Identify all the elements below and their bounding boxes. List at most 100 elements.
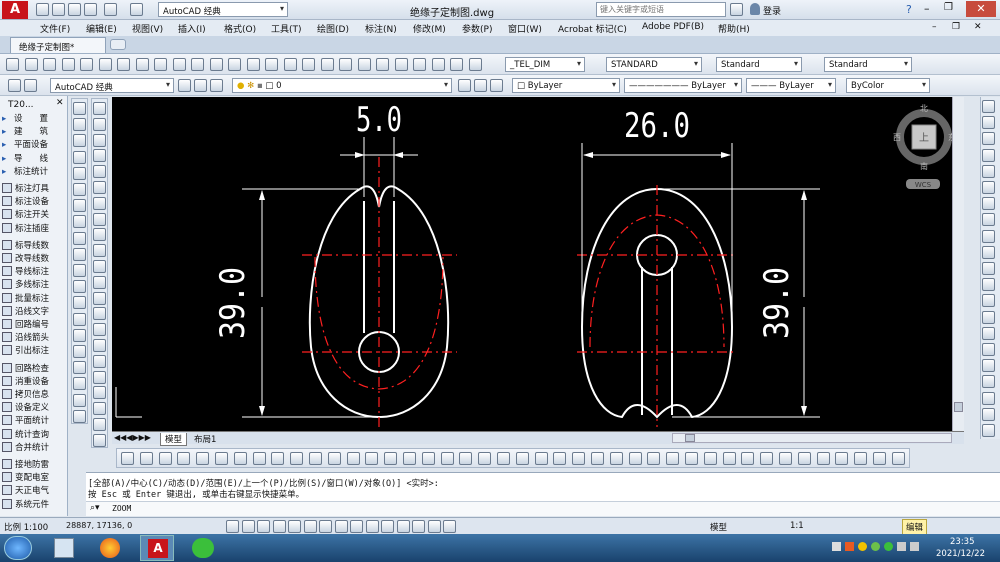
scale-icon[interactable] (93, 212, 106, 226)
layer-previous-icon[interactable] (474, 79, 487, 92)
dim-tool-2-icon[interactable] (139, 452, 153, 465)
gradient-icon[interactable] (73, 345, 86, 358)
dim-tool-33-icon[interactable] (722, 452, 736, 465)
command-input[interactable]: ⌕▾ ZOOM (86, 501, 1000, 516)
layer-isolate-icon[interactable] (490, 79, 503, 92)
panel-item[interactable]: ▸ 标注统计 (2, 165, 66, 178)
pan-icon[interactable] (982, 100, 995, 113)
layer-tool-icon[interactable] (210, 79, 223, 92)
match-icon[interactable] (191, 58, 204, 71)
walk-icon[interactable] (982, 181, 995, 194)
clock-time[interactable]: 23:35 (950, 537, 975, 547)
break-point-icon[interactable] (93, 275, 106, 289)
menu-view[interactable]: 视图(V) (132, 22, 163, 35)
dim-tool-38-icon[interactable] (816, 452, 830, 465)
multileader-style-select[interactable]: Standard (824, 57, 912, 72)
minimize-icon[interactable]: – (924, 2, 930, 15)
orbit-icon[interactable] (982, 132, 995, 146)
polygon-icon[interactable] (73, 150, 86, 164)
table-style-select[interactable]: Standard (716, 57, 802, 72)
grid-icon[interactable] (257, 520, 270, 533)
scale-readout[interactable]: 比例 1:100 (4, 521, 48, 533)
dim-tool-24-icon[interactable] (553, 452, 567, 465)
dim-tool-8-icon[interactable] (252, 452, 266, 465)
autocad-logo-icon[interactable]: A (2, 1, 28, 19)
3dprint-icon[interactable] (117, 58, 130, 71)
dim-tool-34-icon[interactable] (741, 452, 755, 465)
linetype-select[interactable]: ——————— ByLayer (624, 78, 742, 93)
tab-layout1[interactable]: 布局1 (190, 433, 220, 445)
insert-icon[interactable] (73, 280, 86, 294)
zoom-window-icon[interactable] (302, 58, 315, 71)
toolpalette-icon[interactable] (376, 58, 389, 71)
calc-icon[interactable] (431, 58, 445, 71)
line-icon[interactable] (73, 102, 86, 115)
showmotion-icon[interactable] (982, 164, 995, 178)
panel-item[interactable]: 标注插座 (2, 222, 66, 235)
dim-tool-12-icon[interactable] (327, 452, 341, 465)
ellipse-arc-icon[interactable] (73, 264, 86, 277)
xline-icon[interactable] (73, 118, 86, 132)
fly-icon[interactable] (982, 197, 995, 211)
zoom-extents-icon[interactable] (982, 375, 995, 389)
save-icon[interactable] (43, 58, 56, 71)
search-input[interactable] (596, 2, 726, 17)
panel-item[interactable]: 多线标注 (2, 278, 66, 291)
new-icon[interactable] (36, 3, 49, 16)
dim-tool-7-icon[interactable] (233, 452, 247, 465)
fillet-icon[interactable] (93, 339, 106, 352)
dim-tool-18-icon[interactable] (440, 452, 454, 465)
panel-item[interactable]: 标注开关 (2, 208, 66, 221)
lwt-icon[interactable] (381, 520, 394, 533)
dim-tool-32-icon[interactable] (703, 452, 717, 465)
rotate-icon[interactable] (93, 196, 106, 210)
panel-item[interactable]: 批量标注 (2, 292, 66, 305)
block-icon[interactable] (73, 296, 86, 310)
menu-draw[interactable]: 绘图(D) (317, 22, 349, 35)
dim-tool-19-icon[interactable] (459, 452, 473, 465)
ortho-icon[interactable] (272, 520, 286, 533)
list-icon[interactable] (93, 418, 106, 431)
color-select[interactable]: □ ByLayer (512, 78, 620, 93)
zoom-scale-icon[interactable] (982, 278, 995, 292)
text-style-icon[interactable] (468, 58, 482, 71)
panel-item[interactable]: ▸ 导 线 (2, 152, 66, 165)
dim-tool-21-icon[interactable] (497, 452, 510, 465)
trim-icon[interactable] (93, 244, 106, 258)
panel-item[interactable]: 消重设备 (2, 375, 66, 388)
login-link[interactable]: 登录 (763, 4, 781, 17)
dim-tool-25-icon[interactable] (572, 452, 586, 465)
dim-tool-31-icon[interactable] (685, 452, 698, 465)
copy-icon[interactable] (154, 58, 167, 71)
taskbar-app-files-icon[interactable] (54, 538, 74, 558)
circle-icon[interactable] (73, 199, 86, 213)
designcenter-icon[interactable] (357, 58, 371, 71)
extend-icon[interactable] (93, 260, 106, 273)
tpy-icon[interactable] (396, 520, 410, 533)
menu-adobe-pdf[interactable]: Adobe PDF(B) (642, 22, 704, 32)
layer-tool-icon[interactable] (194, 79, 207, 92)
menu-dimension[interactable]: 标注(N) (365, 22, 397, 35)
publish-icon[interactable] (98, 58, 112, 71)
pan-icon[interactable] (265, 58, 278, 71)
cut-icon[interactable] (135, 58, 149, 71)
menu-acrobat[interactable]: Acrobat 标记(C) (558, 22, 627, 35)
make-current-icon[interactable] (458, 79, 471, 92)
array-icon[interactable] (93, 165, 106, 179)
id-icon[interactable] (93, 402, 106, 416)
taskbar-app-wechat-icon[interactable] (192, 538, 214, 558)
layer-state-icon[interactable] (24, 79, 37, 92)
workspace-switch[interactable]: 编辑 (902, 519, 928, 535)
tray-network-icon[interactable] (897, 542, 906, 551)
undo-icon[interactable] (228, 58, 241, 71)
clock-date[interactable]: 2021/12/22 (936, 549, 985, 559)
dim-style-select[interactable]: _TEL_DIM (505, 57, 585, 72)
undo-icon[interactable] (104, 3, 117, 16)
h-scroll-thumb[interactable] (685, 434, 695, 442)
left-icon[interactable] (982, 424, 995, 437)
doc-minimize-icon[interactable]: – (932, 22, 937, 32)
osnap-icon[interactable] (303, 520, 317, 533)
offset-icon[interactable] (93, 149, 106, 163)
dim-tool-26-icon[interactable] (591, 452, 604, 465)
zoom-object-icon[interactable] (982, 310, 995, 324)
